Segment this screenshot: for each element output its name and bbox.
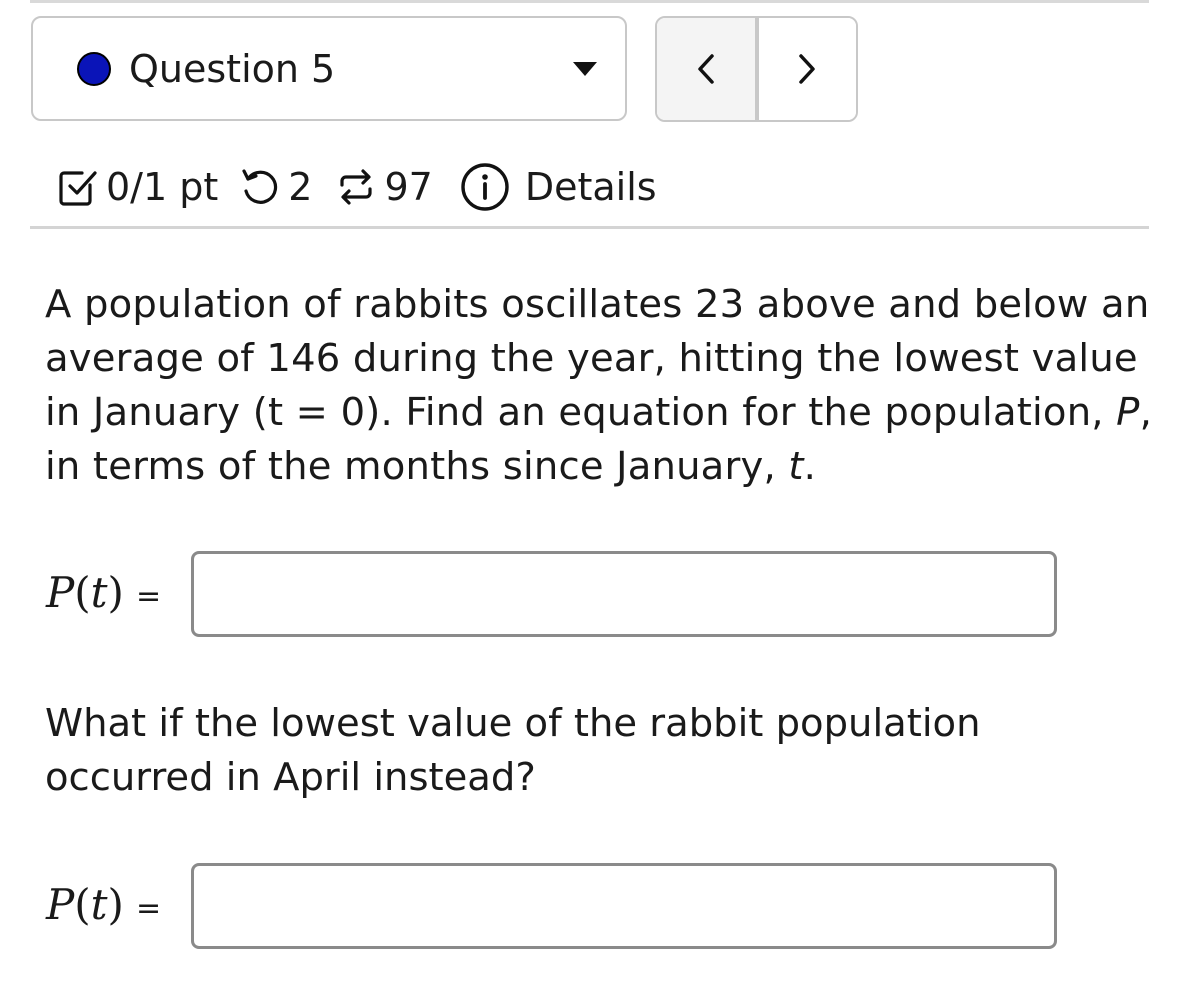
followup-question: What if the lowest value of the rabbit p…: [45, 701, 981, 800]
checkbox-icon: [56, 165, 100, 209]
function-arg: t: [90, 880, 108, 929]
question-prompt: A population of rabbits oscillates 23 ab…: [45, 278, 1155, 494]
question-nav: [655, 16, 858, 122]
answer-1-label: P(t) =: [46, 568, 162, 617]
function-arg: t: [90, 568, 108, 617]
meta-divider: [30, 226, 1149, 229]
info-icon[interactable]: [459, 161, 511, 213]
score-text: 0/1 pt: [106, 165, 219, 209]
answer-2-input[interactable]: [191, 863, 1057, 949]
previous-question-button[interactable]: [657, 18, 755, 120]
function-name: P: [46, 880, 75, 929]
chevron-left-icon: [698, 54, 714, 84]
answer-2-label: P(t) =: [46, 880, 162, 929]
question-meta: 0/1 pt 2 97 Details: [56, 157, 657, 217]
prompt-text-3: .: [803, 444, 817, 489]
details-link[interactable]: Details: [525, 165, 657, 209]
retry-icon: [238, 165, 282, 209]
prompt-var-t: t: [788, 444, 804, 489]
caret-down-icon: [573, 61, 597, 76]
top-divider: [30, 0, 1149, 3]
attempts-icon: [334, 165, 378, 209]
question-selector[interactable]: Question 5: [31, 16, 627, 121]
next-question-button[interactable]: [754, 18, 856, 120]
question-label: Question 5: [129, 46, 336, 91]
answer-1-input[interactable]: [191, 551, 1057, 637]
retries-count: 2: [288, 165, 313, 209]
prompt-text-1: A population of rabbits oscillates 23 ab…: [45, 282, 1150, 435]
equals-sign: =: [135, 890, 162, 926]
equals-sign: =: [135, 578, 162, 614]
prompt-var-p: P: [1116, 390, 1140, 435]
function-name: P: [46, 568, 75, 617]
attempts-count: 97: [384, 165, 433, 209]
chevron-right-icon: [799, 54, 815, 84]
status-dot-icon: [77, 51, 111, 86]
